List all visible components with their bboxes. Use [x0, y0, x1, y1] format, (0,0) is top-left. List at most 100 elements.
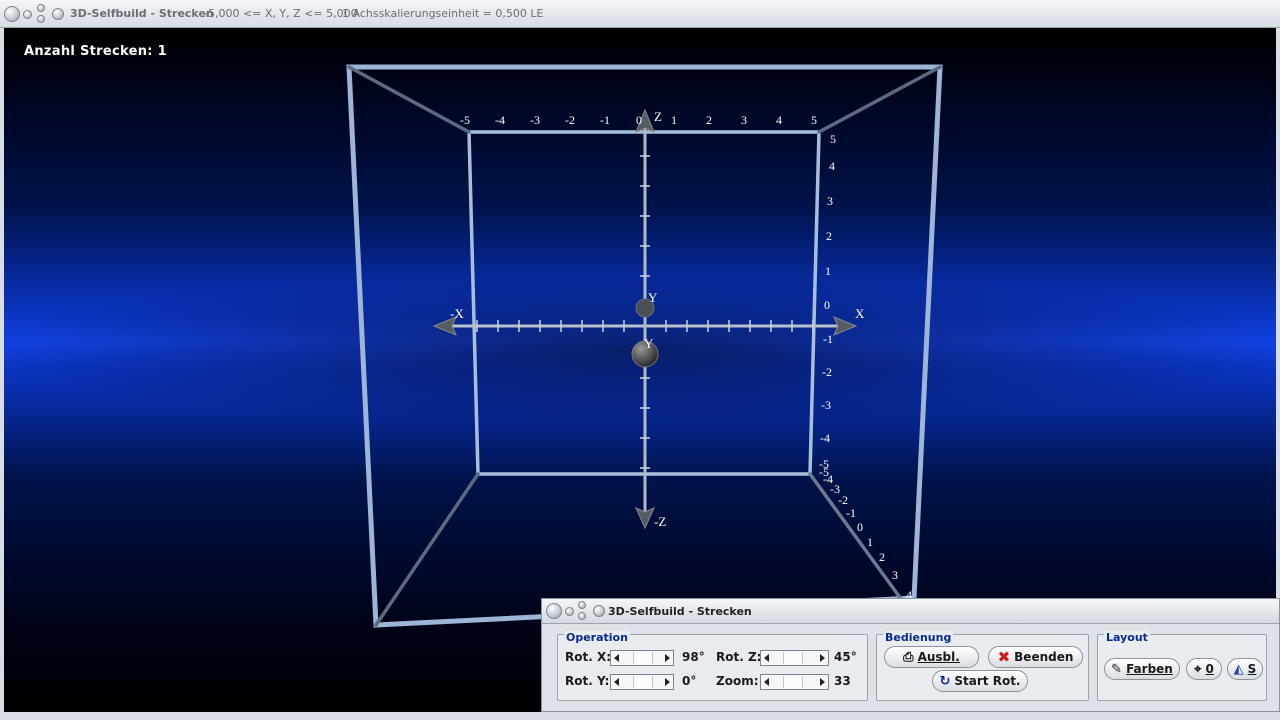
crosshair-icon: ⌖ [1194, 661, 1202, 677]
window-scale-info: 1 Achsskalierungseinheit = 0,500 LE [342, 7, 544, 20]
tick-label: -3 [530, 113, 540, 127]
close-window-icon[interactable] [4, 6, 20, 22]
arrow-left-icon[interactable] [764, 654, 769, 662]
tick-label: 0 [857, 520, 863, 534]
top-scale-labels: -5 -4 -3 -2 -1 0 1 2 3 4 5 [460, 113, 817, 127]
restore-window-icon[interactable] [578, 612, 586, 620]
cube-edge [347, 65, 471, 134]
tick-label: 5 [830, 132, 836, 146]
tick-label: 3 [892, 568, 898, 582]
arrow-left-icon[interactable] [764, 678, 769, 686]
tick-label: 4 [829, 159, 835, 173]
control-panel: 3D-Selfbuild - Strecken Operation Rot. X… [541, 598, 1280, 712]
restore-window-icon[interactable] [37, 15, 45, 23]
rot-y-slider[interactable] [610, 674, 674, 690]
style-button[interactable]: ◭ S [1227, 658, 1263, 680]
close-window-icon[interactable] [546, 603, 562, 619]
tick-label: 2 [706, 113, 712, 127]
arrow-right-icon[interactable] [665, 654, 670, 662]
hide-panel-icon: ⎙ [903, 649, 914, 665]
tick-label: 5 [811, 113, 817, 127]
zoom-label: Zoom: [716, 674, 759, 688]
zoom-value: 33 [834, 674, 851, 688]
tick-label: -4 [495, 113, 505, 127]
rot-y-value: 0° [682, 674, 697, 688]
rot-x-slider[interactable] [610, 650, 674, 666]
arrow-right-icon[interactable] [820, 654, 825, 662]
minimize-window-icon[interactable] [23, 10, 32, 19]
eraser-icon: ◭ [1233, 661, 1244, 677]
arrow-right-icon[interactable] [665, 678, 670, 686]
x-axis-positive-label: X [855, 306, 865, 321]
y-axis-negative-label: Y [644, 336, 654, 351]
rot-x-label: Rot. X: [565, 650, 612, 664]
x-axis-negative-label: -X [450, 306, 464, 321]
tick-label: 2 [826, 229, 832, 243]
rot-z-value: 45° [834, 650, 857, 664]
tick-label: 1 [825, 264, 831, 278]
tick-label: -1 [823, 332, 833, 346]
tick-label: -2 [565, 113, 575, 127]
beenden-button[interactable]: ✖ Beenden [988, 646, 1083, 668]
start-rotation-button-label: Start Rot. [954, 674, 1021, 688]
bedienung-group: Bedienung ⎙ Ausbl. ✖ Beenden ↻ Start Rot… [876, 631, 1089, 701]
panel-titlebar[interactable]: 3D-Selfbuild - Strecken [542, 599, 1279, 624]
panel-title: 3D-Selfbuild - Strecken [608, 605, 752, 618]
cube-edge [817, 65, 942, 134]
rot-x-value: 98° [682, 650, 705, 664]
tick-label: -2 [838, 493, 848, 507]
farben-button[interactable]: ✎ Farben [1104, 658, 1180, 680]
rot-y-label: Rot. Y: [565, 674, 610, 688]
minimize-window-icon[interactable] [565, 607, 574, 616]
slider-thumb[interactable] [633, 652, 653, 664]
tick-label: -1 [846, 506, 856, 520]
arrow-left-icon[interactable] [614, 678, 619, 686]
tick-label: 0 [636, 113, 642, 127]
beenden-button-label: Beenden [1014, 650, 1074, 664]
cube-edge [808, 472, 906, 605]
layout-group: Layout ✎ Farben ⌖ 0 ◭ S [1097, 631, 1267, 701]
cube-edge [374, 472, 480, 627]
close-icon: ✖ [997, 648, 1011, 666]
tick-label: -3 [821, 398, 831, 412]
tick-label: -5 [460, 113, 470, 127]
z-axis-positive-label: Z [654, 109, 662, 124]
slider-thumb[interactable] [783, 652, 803, 664]
reset-origin-button-label: 0 [1205, 662, 1214, 676]
slider-thumb[interactable] [783, 676, 803, 688]
window-range-info: -5,000 <= X, Y, Z <= 5,000 [204, 7, 358, 20]
tick-label: -4 [820, 431, 830, 445]
start-rotation-button[interactable]: ↻ Start Rot. [932, 670, 1028, 692]
tick-label: 2 [879, 550, 885, 564]
rot-z-slider[interactable] [760, 650, 829, 666]
zoom-slider[interactable] [760, 674, 829, 690]
tick-label: 1 [867, 535, 873, 549]
main-titlebar[interactable]: 3D-Selfbuild - Strecken -5,000 <= X, Y, … [0, 0, 1280, 28]
maximize-window-icon[interactable] [37, 4, 45, 12]
depth-scale-labels: -5 -4 -3 -2 -1 0 1 2 3 4 [819, 465, 912, 602]
arrow-left-icon[interactable] [614, 654, 619, 662]
layout-group-label: Layout [1104, 631, 1150, 644]
z-axis: Z -Z [635, 108, 666, 530]
app-icon [593, 605, 605, 617]
app-icon [52, 8, 64, 20]
maximize-window-icon[interactable] [578, 601, 586, 609]
bedienung-group-label: Bedienung [883, 631, 954, 644]
tick-label: -2 [822, 365, 832, 379]
reset-origin-button[interactable]: ⌖ 0 [1186, 658, 1222, 680]
tick-label: -1 [600, 113, 610, 127]
rotate-icon: ↻ [939, 673, 951, 689]
ausbl-button[interactable]: ⎙ Ausbl. [884, 646, 979, 668]
z-axis-negative-label: -Z [654, 514, 666, 529]
tick-label: 1 [671, 113, 677, 127]
paint-brush-icon: ✎ [1111, 661, 1123, 677]
window-title: 3D-Selfbuild - Strecken [70, 7, 214, 20]
arrow-right-icon[interactable] [820, 678, 825, 686]
y-axis-positive-label: Y [648, 290, 658, 305]
panel-body: Operation Rot. X: 98° Rot. Y: 0° Rot. Z: [542, 624, 1279, 711]
tick-label: 0 [824, 298, 830, 312]
tick-label: 4 [776, 113, 782, 127]
rot-z-label: Rot. Z: [716, 650, 762, 664]
farben-button-label: Farben [1126, 662, 1173, 676]
slider-thumb[interactable] [633, 676, 653, 688]
